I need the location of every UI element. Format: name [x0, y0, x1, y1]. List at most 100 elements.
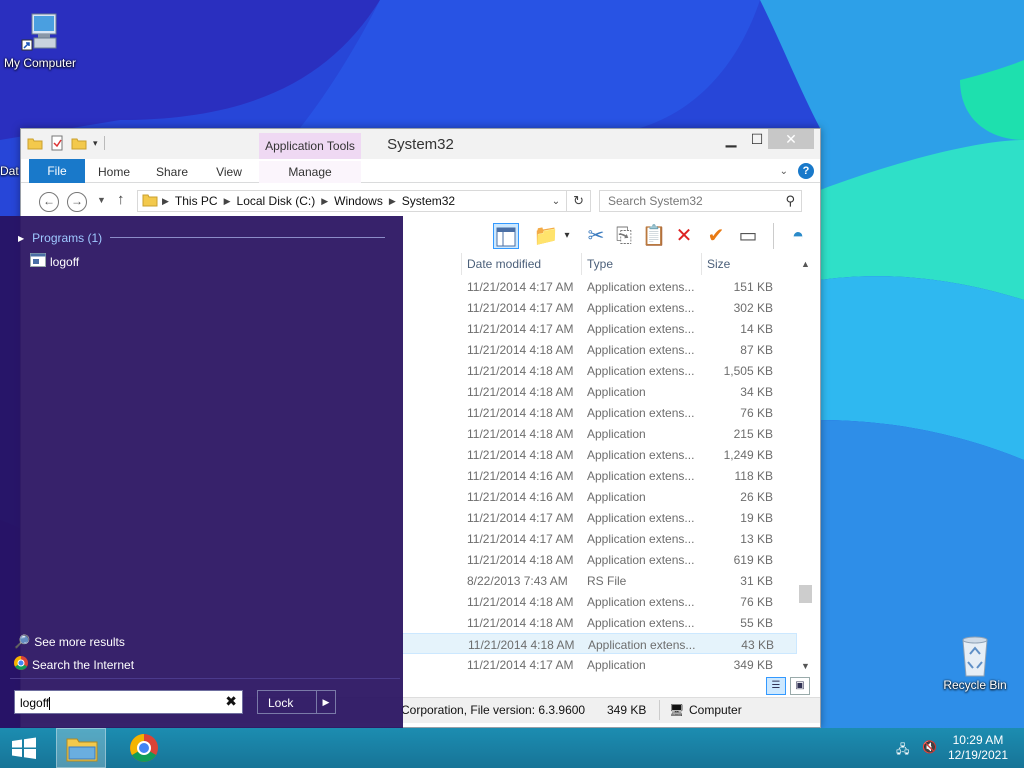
tab-view[interactable]: View [209, 161, 249, 183]
table-row[interactable]: 11/21/2014 4:18 AM Application 215 KB [401, 423, 797, 444]
volume-muted-icon[interactable]: 🔇 [922, 740, 940, 756]
breadcrumb-this-pc[interactable]: This PC [169, 194, 224, 208]
up-button[interactable]: ↑ [117, 191, 125, 208]
table-row[interactable]: 11/21/2014 4:17 AM Application extens... 1… [401, 318, 797, 339]
clear-search-icon[interactable]: ✖ [225, 693, 237, 710]
column-separator[interactable] [461, 253, 462, 275]
chevron-right-icon[interactable]: ▶ [389, 196, 396, 207]
scrollbar-thumb[interactable] [799, 585, 812, 603]
copy-icon[interactable]: ⎘ [611, 223, 637, 249]
maximize-button[interactable]: ☐ [743, 129, 771, 151]
details-view-icon[interactable]: ☰ [766, 677, 786, 695]
vertical-scrollbar[interactable]: ▲ ▼ [797, 253, 814, 673]
network-tray-icon[interactable]: 🖧 [896, 740, 914, 756]
preview-pane-icon[interactable] [493, 223, 519, 249]
help-icon[interactable]: ? [798, 163, 814, 179]
table-row[interactable]: 11/21/2014 4:18 AM Application 34 KB [401, 381, 797, 402]
column-separator[interactable] [581, 253, 582, 275]
breadcrumb-local-disk[interactable]: Local Disk (C:) [231, 194, 322, 208]
table-row[interactable]: 11/21/2014 4:16 AM Application extens... 1… [401, 465, 797, 486]
chevron-right-icon[interactable]: ▶ [224, 196, 231, 207]
table-row[interactable]: 11/21/2014 4:17 AM Application extens... 3… [401, 297, 797, 318]
folder-options-icon[interactable]: 📁 [533, 223, 559, 249]
row-size: 14 KB [740, 322, 773, 336]
table-row[interactable]: 11/21/2014 4:18 AM Application extens... 7… [401, 402, 797, 423]
table-row[interactable]: 11/21/2014 4:18 AM Application extens... 7… [401, 591, 797, 612]
column-size[interactable]: Size [707, 257, 730, 271]
title-bar[interactable]: ▾ Application Tools System32 ▁ ☐ ✕ [21, 129, 820, 159]
tab-manage[interactable]: Manage [259, 161, 361, 183]
programs-heading[interactable]: ▶ Programs (1) [18, 231, 385, 245]
search-internet-link[interactable]: Search the Internet [14, 656, 134, 673]
row-date-modified: 11/21/2014 4:17 AM [467, 511, 574, 525]
row-date-modified: 11/21/2014 4:18 AM [467, 364, 574, 378]
column-type[interactable]: Type [587, 257, 613, 271]
table-row[interactable]: 11/21/2014 4:18 AM Application extens... 6… [401, 549, 797, 570]
rename-icon[interactable]: ▭ [735, 223, 761, 249]
column-date-modified[interactable]: Date modified [467, 257, 541, 271]
table-row[interactable]: 11/21/2014 4:18 AM Application extens... 5… [401, 612, 797, 633]
refresh-icon[interactable]: ↻ [567, 193, 590, 209]
tab-share[interactable]: Share [151, 161, 193, 183]
table-row[interactable]: 11/21/2014 4:17 AM Application extens... 1… [401, 528, 797, 549]
power-options-arrow-icon[interactable]: ▶ [316, 690, 336, 714]
search-icon[interactable]: ⚲ [785, 193, 795, 209]
taskbar-chrome[interactable] [120, 728, 168, 768]
network-icon[interactable]: ◓ [785, 223, 811, 249]
row-date-modified: 11/21/2014 4:18 AM [467, 553, 574, 567]
table-row[interactable]: 11/21/2014 4:17 AM Application 349 KB [401, 654, 797, 673]
start-button[interactable] [0, 728, 48, 768]
clock-date: 12/19/2021 [947, 748, 1008, 762]
scroll-up-arrow-icon[interactable]: ▲ [797, 259, 814, 269]
column-separator[interactable] [701, 253, 702, 275]
breadcrumb-system32[interactable]: System32 [396, 194, 461, 208]
minimize-button[interactable]: ▁ [717, 129, 745, 151]
recent-locations-icon[interactable]: ▼ [97, 195, 106, 205]
search-placeholder: Search System32 [608, 194, 703, 208]
my-computer-desktop-icon[interactable]: My Computer [0, 10, 80, 70]
data-icon [0, 118, 22, 162]
paste-icon[interactable]: 📋 [641, 223, 667, 249]
table-row[interactable]: 11/21/2014 4:18 AM Application extens... 8… [401, 339, 797, 360]
forward-button[interactable]: → [67, 192, 87, 212]
expand-ribbon-icon[interactable]: ⌄ [780, 166, 788, 177]
table-row[interactable]: 8/22/2013 7:43 AM RS File 31 KB [401, 570, 797, 591]
breadcrumb-windows[interactable]: Windows [328, 194, 389, 208]
taskbar-file-explorer[interactable] [56, 728, 106, 768]
taskbar-clock[interactable]: 10:29 AM 12/19/2021 [948, 733, 1008, 763]
close-button[interactable]: ✕ [768, 129, 814, 149]
checkmark-icon[interactable]: ✔ [703, 223, 729, 249]
new-folder-icon[interactable] [71, 135, 87, 151]
recycle-bin-desktop-icon[interactable]: Recycle Bin [935, 632, 1015, 692]
table-row[interactable]: 11/21/2014 4:18 AM Application extens... 4… [401, 633, 797, 654]
search-result-logoff[interactable]: logoff [30, 253, 79, 270]
table-row[interactable]: 11/21/2014 4:18 AM Application extens... 1… [401, 360, 797, 381]
table-row[interactable]: 11/21/2014 4:16 AM Application 26 KB [401, 486, 797, 507]
row-date-modified: 11/21/2014 4:17 AM [467, 658, 574, 672]
chevron-right-icon[interactable]: ▶ [321, 196, 328, 207]
large-icons-view-icon[interactable]: ▣ [790, 677, 810, 695]
customize-qat-icon[interactable]: ▾ [93, 138, 98, 149]
table-row[interactable]: 11/21/2014 4:17 AM Application extens... 1… [401, 276, 797, 297]
row-type: Application extens... [587, 532, 695, 546]
cut-icon[interactable]: ✂ [583, 223, 609, 249]
properties-icon[interactable] [49, 135, 65, 151]
table-row[interactable]: 11/21/2014 4:17 AM Application extens... 1… [401, 507, 797, 528]
row-type: Application [587, 658, 646, 672]
back-button[interactable]: ← [39, 192, 59, 212]
dropdown-arrow-icon[interactable]: ▾ [561, 223, 573, 249]
address-bar[interactable]: ▶ This PC ▶ Local Disk (C:) ▶ Windows ▶ … [137, 190, 591, 212]
chevron-right-icon[interactable]: ▶ [162, 196, 169, 207]
tab-file[interactable]: File [29, 159, 85, 183]
see-more-results-link[interactable]: 🔎 See more results [14, 634, 125, 650]
scroll-down-arrow-icon[interactable]: ▼ [797, 661, 814, 671]
row-date-modified: 11/21/2014 4:16 AM [467, 490, 574, 504]
start-search-input[interactable]: logoff ✖ [14, 690, 243, 714]
tab-home[interactable]: Home [93, 161, 135, 183]
table-row[interactable]: 11/21/2014 4:18 AM Application extens... 1… [401, 444, 797, 465]
data-desktop-icon[interactable]: Dat [0, 118, 22, 178]
delete-icon[interactable]: ✕ [671, 223, 697, 249]
search-box[interactable]: Search System32 ⚲ [599, 190, 802, 212]
lock-button[interactable]: Lock [257, 690, 317, 714]
address-dropdown-icon[interactable]: ⌄ [552, 196, 566, 207]
